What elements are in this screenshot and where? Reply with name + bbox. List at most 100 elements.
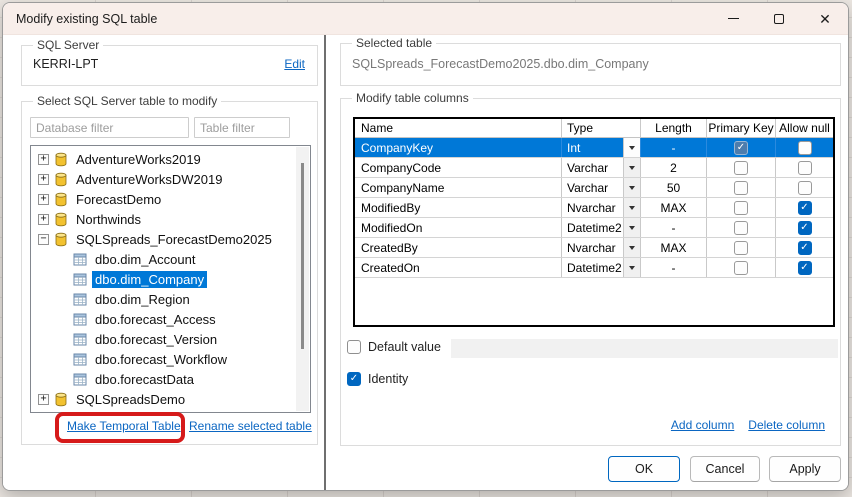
sql-server-group: SQL Server KERRI-LPT Edit xyxy=(21,38,318,86)
column-row-companyname[interactable]: CompanyName Varchar 50 xyxy=(355,178,833,198)
column-row-modifiedon[interactable]: ModifiedOn Datetime2 - ✓ xyxy=(355,218,833,238)
tree-scrollbar[interactable] xyxy=(296,147,309,411)
default-value-checkbox[interactable] xyxy=(347,340,361,354)
type-value: Datetime2 xyxy=(567,220,622,235)
tree-item-dbo-dim-company[interactable]: dbo.dim_Company xyxy=(31,269,310,289)
tree-expander-icon[interactable]: − xyxy=(38,233,49,245)
database-filter-input[interactable] xyxy=(30,117,189,138)
modify-sql-table-dialog: Modify existing SQL table ✕ SQL Server K… xyxy=(2,2,849,491)
cell-length[interactable]: 50 xyxy=(641,178,707,197)
type-dropdown-button[interactable] xyxy=(623,178,640,197)
cell-type[interactable]: Int xyxy=(562,138,641,157)
selected-table-group-label: Selected table xyxy=(352,36,437,50)
tree-expander-icon[interactable]: + xyxy=(38,213,49,225)
cell-name[interactable]: ModifiedBy xyxy=(355,198,562,217)
cell-primary-key xyxy=(707,178,776,197)
tree-item-adventureworksdw2019[interactable]: + AdventureWorksDW2019 xyxy=(31,169,310,189)
tree-item-dbo-forecast-workflow[interactable]: dbo.forecast_Workflow xyxy=(31,349,310,369)
rename-selected-table-link[interactable]: Rename selected table xyxy=(189,419,312,433)
tree-expander-icon[interactable]: + xyxy=(38,173,49,185)
cell-length[interactable]: - xyxy=(641,258,707,277)
allow-null-checkbox[interactable]: ✓ xyxy=(797,260,812,275)
delete-column-link[interactable]: Delete column xyxy=(748,418,825,432)
primary-key-checkbox[interactable] xyxy=(734,200,748,215)
tree-scrollbar-thumb[interactable] xyxy=(301,163,304,349)
column-row-companykey[interactable]: CompanyKey Int - ✓ xyxy=(355,138,833,158)
cell-type[interactable]: Datetime2 xyxy=(562,258,641,277)
tree-item-dbo-forecast-access[interactable]: dbo.forecast_Access xyxy=(31,309,310,329)
default-value-field[interactable] xyxy=(451,339,838,358)
apply-button[interactable]: Apply xyxy=(769,456,841,482)
table-filter-input[interactable] xyxy=(194,117,290,138)
close-button[interactable]: ✕ xyxy=(802,3,848,35)
tree-item-sqlspreads-forecastdemo2025[interactable]: − SQLSpreads_ForecastDemo2025 xyxy=(31,229,310,249)
type-dropdown-button[interactable] xyxy=(623,238,640,257)
cell-length[interactable]: MAX xyxy=(641,198,707,217)
primary-key-checkbox[interactable] xyxy=(734,180,748,195)
allow-null-checkbox[interactable]: ✓ xyxy=(797,240,812,255)
cell-length[interactable]: - xyxy=(641,138,707,157)
primary-key-checkbox[interactable]: ✓ xyxy=(734,140,748,155)
allow-null-checkbox[interactable]: ✓ xyxy=(797,200,812,215)
identity-checkbox[interactable]: ✓ xyxy=(347,372,361,386)
header-name: Name xyxy=(355,119,562,137)
cell-name[interactable]: CreatedBy xyxy=(355,238,562,257)
tree-item-adventureworks2019[interactable]: + AdventureWorks2019 xyxy=(31,149,310,169)
cell-length[interactable]: - xyxy=(641,218,707,237)
allow-null-checkbox[interactable] xyxy=(797,140,812,155)
column-row-modifiedby[interactable]: ModifiedBy Nvarchar MAX ✓ xyxy=(355,198,833,218)
tree-item-label: dbo.dim_Region xyxy=(95,291,190,307)
type-dropdown-button[interactable] xyxy=(623,258,640,277)
type-dropdown-button[interactable] xyxy=(623,138,640,157)
maximize-button[interactable] xyxy=(756,3,802,35)
primary-key-checkbox[interactable] xyxy=(734,220,748,235)
allow-null-checkbox[interactable]: ✓ xyxy=(797,220,812,235)
cell-type[interactable]: Varchar xyxy=(562,158,641,177)
database-treeview[interactable]: + AdventureWorks2019 + AdventureWorksDW2019… xyxy=(30,145,311,413)
minimize-button[interactable] xyxy=(710,3,756,35)
cell-length[interactable]: MAX xyxy=(641,238,707,257)
sql-server-group-label: SQL Server xyxy=(33,38,104,52)
tree-expander-icon[interactable]: + xyxy=(38,153,49,165)
tree-item-dbo-dim-account[interactable]: dbo.dim_Account xyxy=(31,249,310,269)
cell-name[interactable]: CreatedOn xyxy=(355,258,562,277)
cell-type[interactable]: Datetime2 xyxy=(562,218,641,237)
allow-null-checkbox[interactable] xyxy=(797,160,812,175)
cell-name[interactable]: CompanyCode xyxy=(355,158,562,177)
minimize-icon xyxy=(727,18,739,19)
add-column-link[interactable]: Add column xyxy=(671,418,734,432)
tree-item-northwinds[interactable]: + Northwinds xyxy=(31,209,310,229)
make-temporal-table-link[interactable]: Make Temporal Table xyxy=(67,419,181,433)
type-dropdown-button[interactable] xyxy=(623,218,640,237)
tree-item-forecastdemo[interactable]: + ForecastDemo xyxy=(31,189,310,209)
tree-item-dbo-forecast-version[interactable]: dbo.forecast_Version xyxy=(31,329,310,349)
table-icon xyxy=(73,373,87,385)
cell-type[interactable]: Varchar xyxy=(562,178,641,197)
cancel-button[interactable]: Cancel xyxy=(690,456,760,482)
column-row-createdby[interactable]: CreatedBy Nvarchar MAX ✓ xyxy=(355,238,833,258)
cell-name[interactable]: ModifiedOn xyxy=(355,218,562,237)
primary-key-checkbox[interactable] xyxy=(734,160,748,175)
type-dropdown-button[interactable] xyxy=(623,158,640,177)
cell-length[interactable]: 2 xyxy=(641,158,707,177)
tree-expander-icon[interactable]: + xyxy=(38,393,49,405)
cell-type[interactable]: Nvarchar xyxy=(562,198,641,217)
tree-expander-icon[interactable]: + xyxy=(38,193,49,205)
tree-item-sqlspreadsdemo[interactable]: + SQLSpreadsDemo xyxy=(31,389,310,409)
cell-name[interactable]: CompanyName xyxy=(355,178,562,197)
type-dropdown-button[interactable] xyxy=(623,198,640,217)
table-icon xyxy=(73,353,87,365)
allow-null-checkbox[interactable] xyxy=(797,180,812,195)
tree-item-dbo-forecastdata[interactable]: dbo.forecastData xyxy=(31,369,310,389)
cell-type[interactable]: Nvarchar xyxy=(562,238,641,257)
edit-server-link[interactable]: Edit xyxy=(284,57,305,71)
primary-key-checkbox[interactable] xyxy=(734,240,748,255)
tree-item-dbo-dim-region[interactable]: dbo.dim_Region xyxy=(31,289,310,309)
ok-button[interactable]: OK xyxy=(608,456,680,482)
tree-item-label: AdventureWorksDW2019 xyxy=(76,171,223,187)
cell-name[interactable]: CompanyKey xyxy=(355,138,562,157)
type-value: Nvarchar xyxy=(567,240,616,255)
column-row-createdon[interactable]: CreatedOn Datetime2 - ✓ xyxy=(355,258,833,278)
column-row-companycode[interactable]: CompanyCode Varchar 2 xyxy=(355,158,833,178)
primary-key-checkbox[interactable] xyxy=(734,260,748,275)
